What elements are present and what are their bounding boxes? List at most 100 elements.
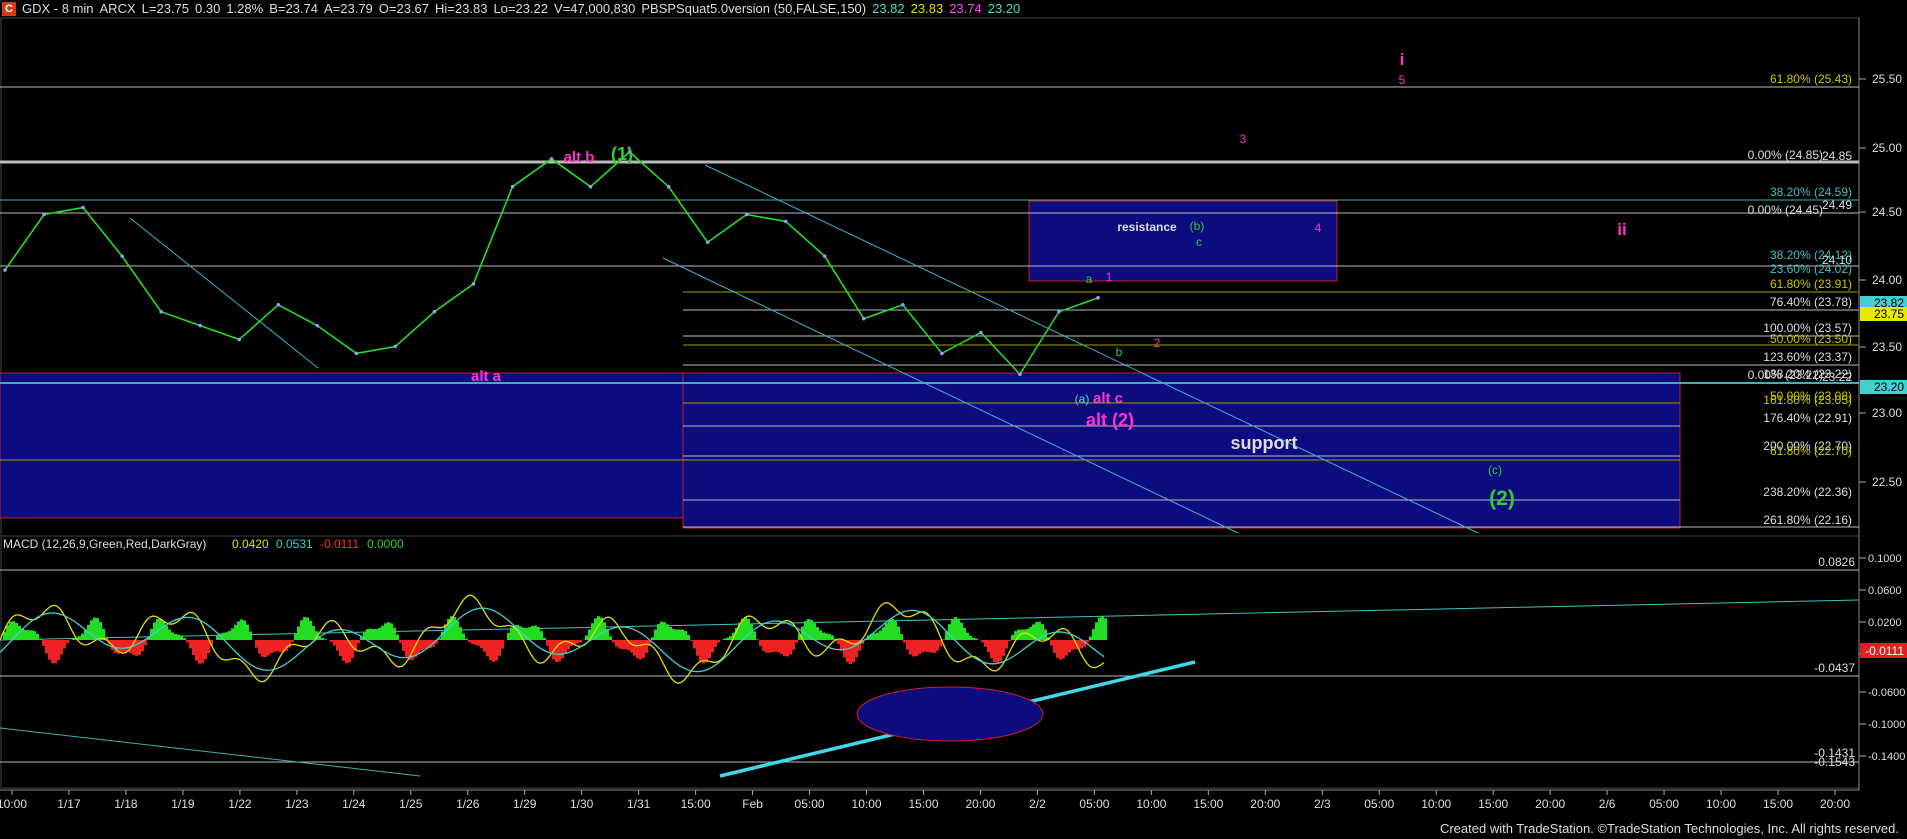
time-tick-label: 05:00 — [1079, 797, 1109, 811]
macd-hist-bar — [495, 640, 498, 661]
time-tick-label: 2/6 — [1599, 797, 1616, 811]
fib-label: 61.80% (23.91) — [1770, 277, 1852, 291]
price-point — [42, 212, 46, 217]
macd-hist-bar — [33, 631, 36, 640]
macd-hist-bar — [51, 640, 54, 664]
macd-hist-bar — [819, 630, 822, 640]
macd-hist-bar — [1098, 617, 1101, 640]
price-point — [81, 205, 85, 210]
macd-hist-bar — [1068, 640, 1071, 653]
macd-hist-bar — [24, 629, 27, 640]
macd-hist-bar — [696, 640, 699, 656]
macd-hist-bar — [27, 630, 30, 640]
price-point — [1018, 372, 1022, 377]
macd-hist-bar — [657, 624, 660, 640]
macd-hist-bar — [246, 624, 249, 640]
wave-label: support — [1231, 433, 1298, 453]
macd-hist-bar — [9, 621, 12, 640]
macd-hist-bar — [510, 627, 513, 640]
wave-label: alt (2) — [1086, 410, 1134, 430]
price-flag-label: 23.75 — [1874, 307, 1904, 321]
macd-hist-bar — [39, 639, 42, 640]
macd-tick-label: -0.1000 — [1868, 719, 1905, 731]
macd-hist-bar — [960, 622, 963, 640]
macd-hist-bar — [306, 617, 309, 640]
macd-hist-bar — [1086, 640, 1089, 643]
macd-hist-bar — [330, 640, 333, 643]
macd-hist-bar — [1035, 622, 1038, 640]
macd-hist-bar — [456, 621, 459, 640]
macd-value-hist: -0.0111 — [320, 537, 359, 551]
time-tick-label: 1/25 — [399, 797, 423, 811]
macd-hist-bar — [528, 627, 531, 640]
price-point — [588, 184, 593, 189]
macd-hist-bar — [678, 629, 681, 640]
macd-hist-bar — [768, 640, 771, 653]
wave-label: a — [1086, 272, 1093, 286]
macd-hist-bar — [57, 640, 60, 661]
price-tick-label: 25.00 — [1872, 141, 1902, 155]
macd-hist-bar — [195, 640, 198, 661]
macd-pane[interactable] — [0, 535, 1860, 789]
fib-label: 123.60% (23.37) — [1763, 350, 1852, 364]
macd-hist-bar — [498, 640, 501, 656]
price-tick-label: 24.50 — [1872, 205, 1902, 219]
macd-hist-bar — [942, 639, 945, 640]
macd-hist-bar — [690, 640, 693, 641]
macd-hist-bar — [492, 640, 495, 662]
macd-hist-bar — [366, 629, 369, 640]
price-point — [354, 351, 359, 356]
macd-hist-bar — [294, 634, 297, 640]
macd-hist-bar — [255, 640, 258, 648]
macd-hist-bar — [1089, 636, 1092, 640]
macd-hist-bar — [186, 640, 189, 643]
macd-hist-bar — [792, 640, 795, 650]
macd-hist-bar — [261, 640, 264, 657]
macd-hist-bar — [981, 640, 984, 643]
macd-hist-bar — [54, 640, 57, 664]
macd-hist-bar — [687, 634, 690, 640]
time-tick-label: 15:00 — [908, 797, 938, 811]
time-tick-label: 1/24 — [342, 797, 366, 811]
price-scale: 25.50 25.00 24.50 24.00 23.50 23.00 22.50 — [1859, 72, 1902, 489]
macd-hist-bar — [990, 640, 993, 659]
macd-hist-bar — [96, 618, 99, 640]
macd-hist-bar — [825, 633, 828, 640]
macd-hist-bar — [1050, 640, 1053, 646]
macd-hist-bar — [177, 634, 180, 640]
macd-tick-label: -0.1400 — [1868, 751, 1905, 763]
macd-hist-bar — [924, 640, 927, 652]
macd-trendline — [0, 727, 421, 777]
macd-hist-bar — [609, 636, 612, 640]
macd-hist-bar — [171, 632, 174, 640]
macd-hist-bar — [357, 640, 360, 644]
macd-hist-bar — [918, 640, 921, 655]
macd-hist-bar — [321, 638, 324, 640]
macd-hist-bar — [822, 632, 825, 640]
macd-hist-bar — [267, 640, 270, 656]
macd-hist-bar — [30, 630, 33, 640]
macd-value-line: 0.0420 — [232, 537, 269, 551]
macd-hist-bar — [324, 639, 327, 640]
macd-hist-bar — [339, 640, 342, 657]
macd-hist-bar — [36, 633, 39, 640]
macd-hist-bar — [684, 631, 687, 640]
chart-canvas[interactable]: 61.80% (25.43) 0.00% (24.85)24.85 38.20% (… — [0, 0, 1907, 839]
fib-label: 23.60% (24.02) — [1770, 262, 1852, 276]
time-tick-label: 1/31 — [627, 797, 651, 811]
macd-hist-bar — [1008, 640, 1011, 642]
macd-hist-bar — [279, 640, 282, 652]
macd-hist-bar — [813, 623, 816, 640]
macd-hist-bar — [60, 640, 63, 655]
macd-hist-bar — [180, 635, 183, 640]
time-tick-label: 2/3 — [1314, 797, 1331, 811]
macd-hist-bar — [1029, 626, 1032, 640]
macd-title: MACD (12,26,9,Green,Red,DarkGray) — [3, 537, 206, 551]
macd-tick-label: 0.0200 — [1868, 617, 1902, 629]
time-tick-label: 1/30 — [570, 797, 594, 811]
fib-label: 38.20% (24.59) — [1770, 185, 1852, 199]
macd-hist-bar — [471, 640, 474, 644]
footer-credit: Created with TradeStation. ©TradeStation… — [1439, 821, 1899, 836]
price-point — [432, 309, 437, 314]
macd-hist-bar — [897, 626, 900, 640]
